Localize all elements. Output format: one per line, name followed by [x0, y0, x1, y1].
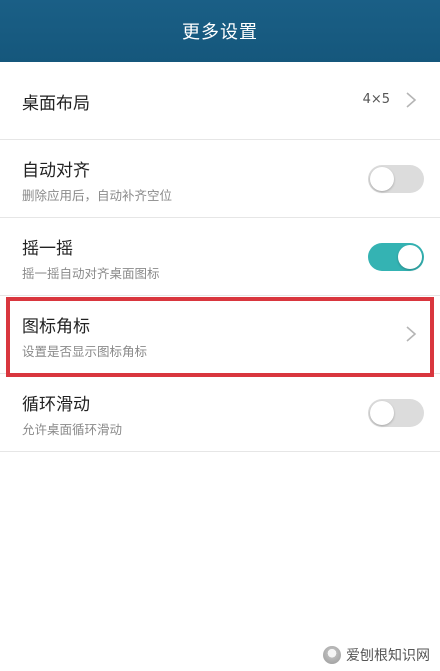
watermark-logo-icon — [323, 646, 341, 664]
setting-title: 自动对齐 — [22, 161, 90, 181]
chevron-right-icon — [406, 326, 417, 342]
setting-subtitle: 摇一摇自动对齐桌面图标 — [22, 266, 160, 281]
setting-title: 循环滑动 — [22, 395, 90, 415]
setting-auto-align: 自动对齐 删除应用后，自动补齐空位 — [0, 140, 440, 218]
setting-subtitle: 删除应用后，自动补齐空位 — [22, 188, 173, 203]
page-title: 更多设置 — [182, 22, 258, 43]
setting-subtitle: 设置是否显示图标角标 — [22, 344, 148, 359]
watermark: 爱刨根知识网 — [323, 645, 430, 665]
loop-scroll-toggle[interactable] — [368, 399, 424, 427]
toggle-knob — [398, 245, 422, 269]
setting-icon-badge[interactable]: 图标角标 设置是否显示图标角标 — [0, 296, 440, 374]
setting-desktop-layout[interactable]: 桌面布局 4×5 — [0, 62, 440, 140]
watermark-text: 爱刨根知识网 — [346, 648, 430, 664]
title-bar: 更多设置 — [0, 0, 440, 62]
layout-value: 4×5 — [362, 92, 390, 107]
setting-loop-scroll: 循环滑动 允许桌面循环滑动 — [0, 374, 440, 452]
setting-subtitle: 允许桌面循环滑动 — [22, 422, 123, 437]
setting-shake: 摇一摇 摇一摇自动对齐桌面图标 — [0, 218, 440, 296]
shake-toggle[interactable] — [368, 243, 424, 271]
toggle-knob — [370, 167, 394, 191]
toggle-knob — [370, 401, 394, 425]
auto-align-toggle[interactable] — [368, 165, 424, 193]
settings-list: 桌面布局 4×5 自动对齐 删除应用后，自动补齐空位 摇一摇 摇一摇自动对齐桌面… — [0, 62, 440, 452]
setting-title: 摇一摇 — [22, 239, 73, 259]
chevron-right-icon — [406, 92, 417, 108]
setting-title: 图标角标 — [22, 317, 90, 337]
setting-title: 桌面布局 — [22, 94, 90, 114]
